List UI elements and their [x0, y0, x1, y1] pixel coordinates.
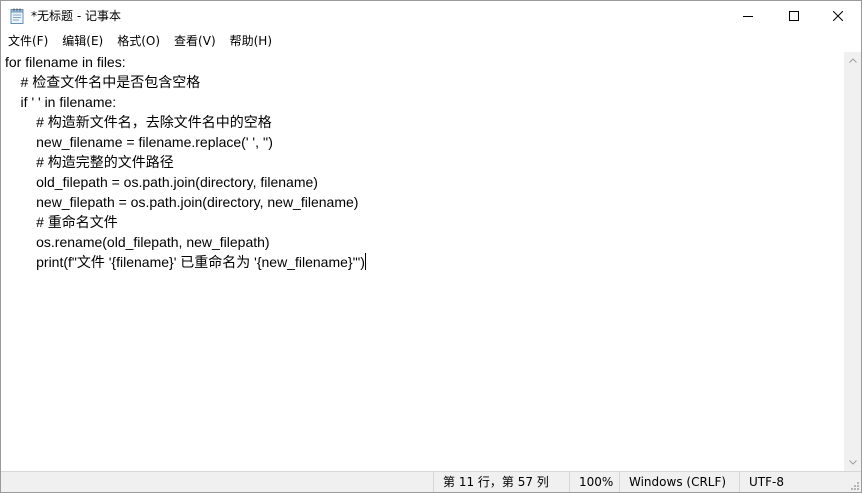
editor-line: # 构造新文件名，去除文件名中的空格 [5, 114, 272, 130]
close-button[interactable] [815, 1, 861, 31]
status-bar: 第 11 行，第 57 列 100% Windows (CRLF) UTF-8 [1, 471, 861, 492]
chevron-up-icon [848, 58, 857, 63]
notepad-window: *无标题 - 记事本 文件(F) 编辑(E) 格式(O) 查看(V) 帮助(H)… [0, 0, 862, 493]
vertical-scrollbar[interactable] [844, 52, 861, 471]
editor-line: new_filename = filename.replace(' ', '') [5, 134, 273, 150]
resize-grip-icon[interactable] [848, 479, 860, 491]
editor-line: old_filepath = os.path.join(directory, f… [5, 174, 318, 190]
editor-line: # 重命名文件 [5, 214, 118, 230]
editor-line: # 构造完整的文件路径 [5, 154, 174, 170]
maximize-button[interactable] [771, 1, 817, 31]
text-caret [364, 253, 366, 270]
scroll-up-button[interactable] [844, 52, 861, 69]
menu-bar: 文件(F) 编辑(E) 格式(O) 查看(V) 帮助(H) [1, 31, 861, 51]
minimize-icon [743, 16, 753, 17]
status-encoding: UTF-8 [739, 472, 847, 492]
editor-line: # 检查文件名中是否包含空格 [5, 74, 201, 90]
editor-line: for filename in files: [5, 54, 126, 70]
status-line-ending: Windows (CRLF) [619, 472, 739, 492]
maximize-icon [789, 11, 799, 21]
title-bar[interactable]: *无标题 - 记事本 [1, 1, 861, 31]
minimize-button[interactable] [725, 1, 771, 31]
menu-help[interactable]: 帮助(H) [223, 31, 279, 51]
menu-view[interactable]: 查看(V) [167, 31, 223, 51]
menu-file[interactable]: 文件(F) [1, 31, 55, 51]
editor-line-last: print(f"文件 '{filename}' 已重命名为 '{new_file… [5, 252, 366, 272]
close-icon [833, 11, 843, 21]
text-editor[interactable]: for filename in files: # 检查文件名中是否包含空格 if… [1, 52, 844, 471]
status-cursor-position: 第 11 行，第 57 列 [433, 472, 569, 492]
status-zoom: 100% [569, 472, 619, 492]
chevron-down-icon [848, 460, 857, 465]
editor-line: os.rename(old_filepath, new_filepath) [5, 234, 270, 250]
notepad-icon[interactable] [10, 8, 24, 24]
window-title: *无标题 - 记事本 [31, 9, 121, 23]
menu-format[interactable]: 格式(O) [110, 31, 167, 51]
menu-edit[interactable]: 编辑(E) [55, 31, 110, 51]
editor-line: new_filepath = os.path.join(directory, n… [5, 194, 359, 210]
scroll-down-button[interactable] [844, 454, 861, 471]
editor-line-text: print(f"文件 '{filename}' 已重命名为 '{new_file… [5, 254, 365, 270]
editor-line: if ' ' in filename: [5, 94, 117, 110]
